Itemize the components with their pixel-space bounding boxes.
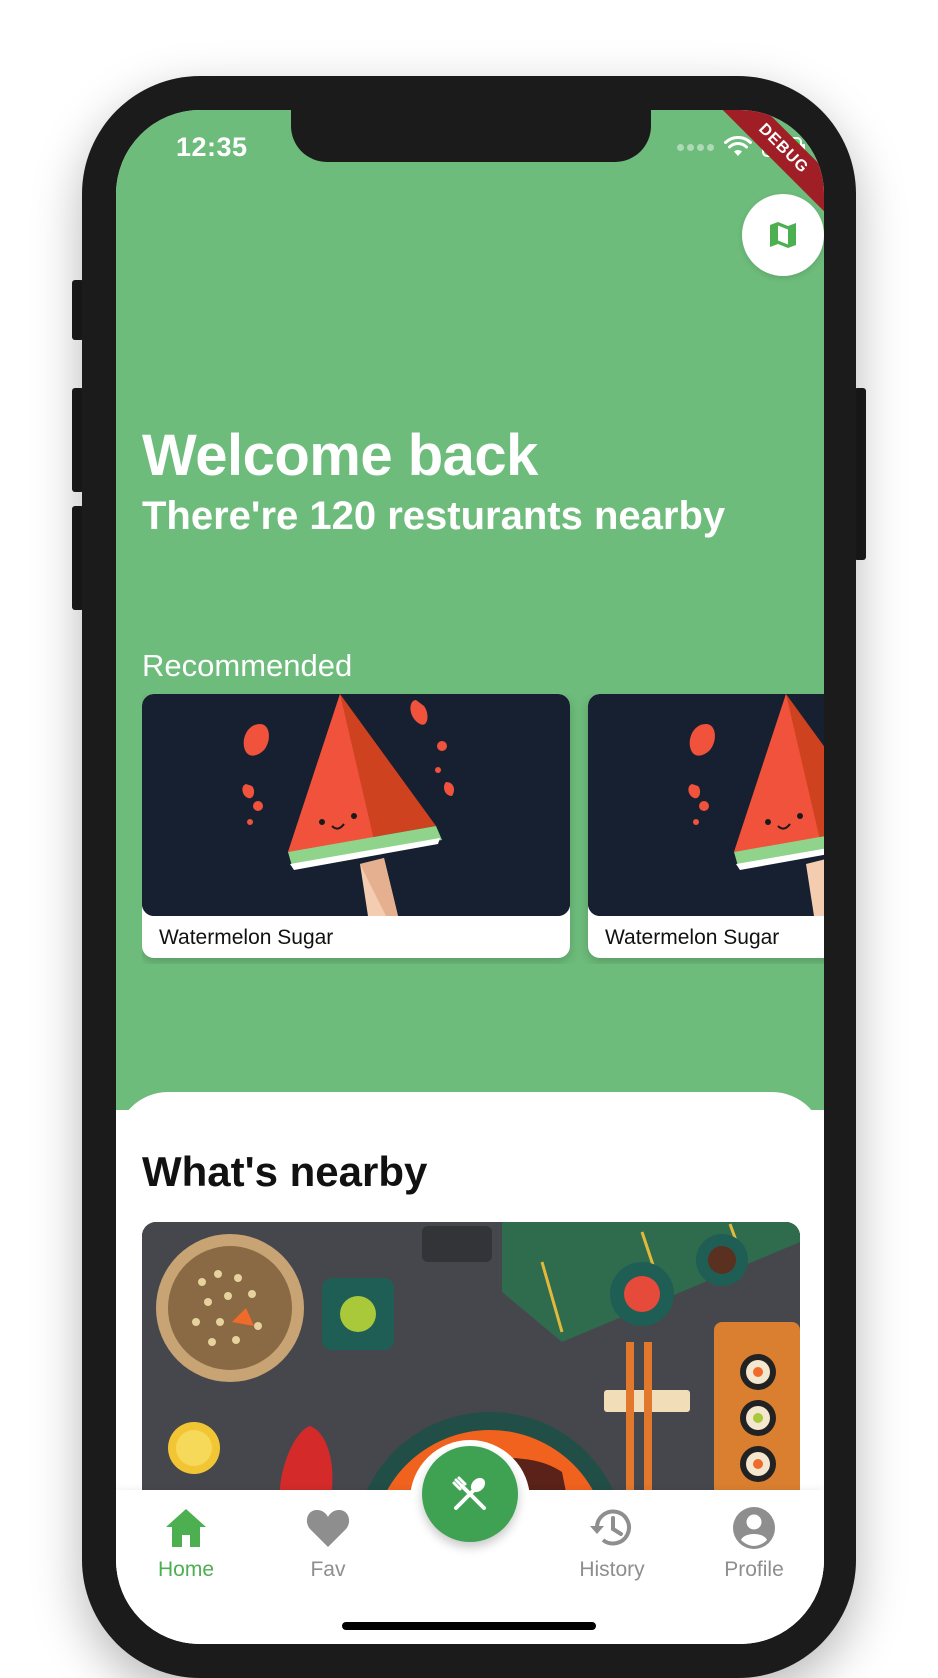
restaurant-card-name: Watermelon Sugar [605,926,780,949]
restaurant-card[interactable]: Watermelon Sugar [588,694,824,958]
app-screen: 12:35 DEBUG Welcome back There're 120 re… [116,110,824,1644]
cellular-signal-icon [677,143,714,151]
notch [291,110,651,162]
history-icon [590,1509,631,1546]
restaurants-fab-button[interactable] [422,1446,518,1542]
restaurant-card-name: Watermelon Sugar [159,926,334,949]
nearby-title: What's nearby [142,1148,428,1195]
nav-home[interactable]: Home [136,1504,236,1582]
nav-history-label: History [579,1558,645,1581]
welcome-block: Welcome back There're 120 resturants nea… [142,422,725,540]
nav-home-label: Home [157,1558,215,1581]
nav-profile-label: Profile [724,1558,784,1581]
status-time: 12:35 [176,132,248,162]
nearby-count-subtitle: There're 120 resturants nearby [142,494,726,538]
map-button[interactable] [742,194,824,276]
nav-profile[interactable]: Profile [704,1504,804,1582]
nav-history[interactable]: History [562,1504,662,1582]
utensils-icon [452,1476,486,1510]
profile-icon [733,1507,775,1549]
nav-fav-label: Fav [310,1558,346,1581]
recommended-label: Recommended [142,648,353,683]
welcome-title: Welcome back [142,423,538,488]
home-indicator [342,1622,596,1630]
watermelon-popsicle-image [588,694,824,916]
watermelon-popsicle-image [142,694,570,916]
recommended-carousel[interactable]: Watermelon Sugar Watermelon Sugar [142,694,824,964]
nav-fav[interactable]: Fav [278,1504,378,1582]
heart-icon [306,1510,350,1547]
restaurant-card[interactable]: Watermelon Sugar [142,694,570,958]
home-icon [166,1509,206,1547]
wifi-icon [724,136,752,156]
map-icon [770,222,796,248]
